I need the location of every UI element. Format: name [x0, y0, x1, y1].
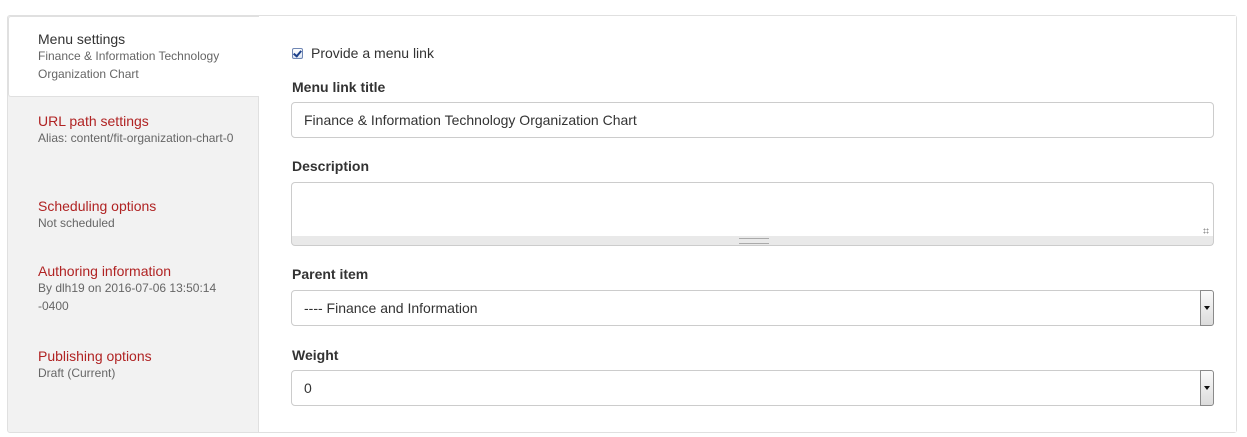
tab-summary: Draft (Current) [38, 366, 116, 380]
tab-title[interactable]: Scheduling options [38, 198, 258, 214]
textarea-resize-handle[interactable] [291, 236, 1214, 246]
tab-scheduling-options[interactable]: Scheduling options Not scheduled [8, 198, 258, 232]
tab-summary: Finance & Information Technology Organiz… [38, 49, 220, 81]
chevron-down-icon[interactable] [1200, 370, 1214, 406]
provide-menu-link-checkbox[interactable] [292, 47, 303, 59]
tab-title: Menu settings [38, 31, 126, 47]
tab-authoring-information[interactable]: Authoring information By dlh19 on 2016-0… [8, 263, 258, 315]
vertical-tabs: Menu settings Finance & Information Tech… [7, 15, 1237, 433]
weight-select[interactable]: 0 [291, 370, 1214, 406]
vertical-tabs-list: Menu settings Finance & Information Tech… [8, 16, 259, 432]
menu-link-title-input[interactable]: Finance & Information Technology Organiz… [291, 102, 1214, 138]
provide-menu-link-label[interactable]: Provide a menu link [311, 45, 434, 61]
tab-title[interactable]: Publishing options [38, 348, 258, 364]
parent-item-label: Parent item [292, 266, 369, 282]
tab-title[interactable]: Authoring information [38, 263, 258, 279]
menu-link-title-label: Menu link title [292, 79, 386, 95]
description-label: Description [292, 158, 370, 174]
tab-publishing-options[interactable]: Publishing options Draft (Current) [8, 348, 258, 382]
chevron-down-icon[interactable] [1200, 290, 1214, 326]
tab-title[interactable]: URL path settings [38, 113, 258, 129]
tab-summary: Alias: content/fit-organization-chart-0 [38, 131, 234, 145]
parent-item-select[interactable]: ---- Finance and Information [291, 290, 1214, 326]
tab-summary: By dlh19 on 2016-07-06 13:50:14 -0400 [38, 281, 217, 313]
parent-item-value: ---- Finance and Information [304, 300, 478, 316]
tab-menu-settings[interactable]: Menu settings Finance & Information Tech… [8, 16, 259, 97]
description-textarea[interactable] [291, 182, 1214, 237]
provide-menu-link-row[interactable]: Provide a menu link [292, 45, 434, 61]
weight-value: 0 [304, 380, 312, 396]
weight-label: Weight [292, 347, 339, 363]
tab-summary: Not scheduled [38, 216, 115, 230]
menu-settings-panel: Provide a menu link Menu link title Fina… [258, 16, 1236, 432]
tab-url-path-settings[interactable]: URL path settings Alias: content/fit-org… [8, 113, 258, 147]
grippie-icon [739, 238, 769, 244]
